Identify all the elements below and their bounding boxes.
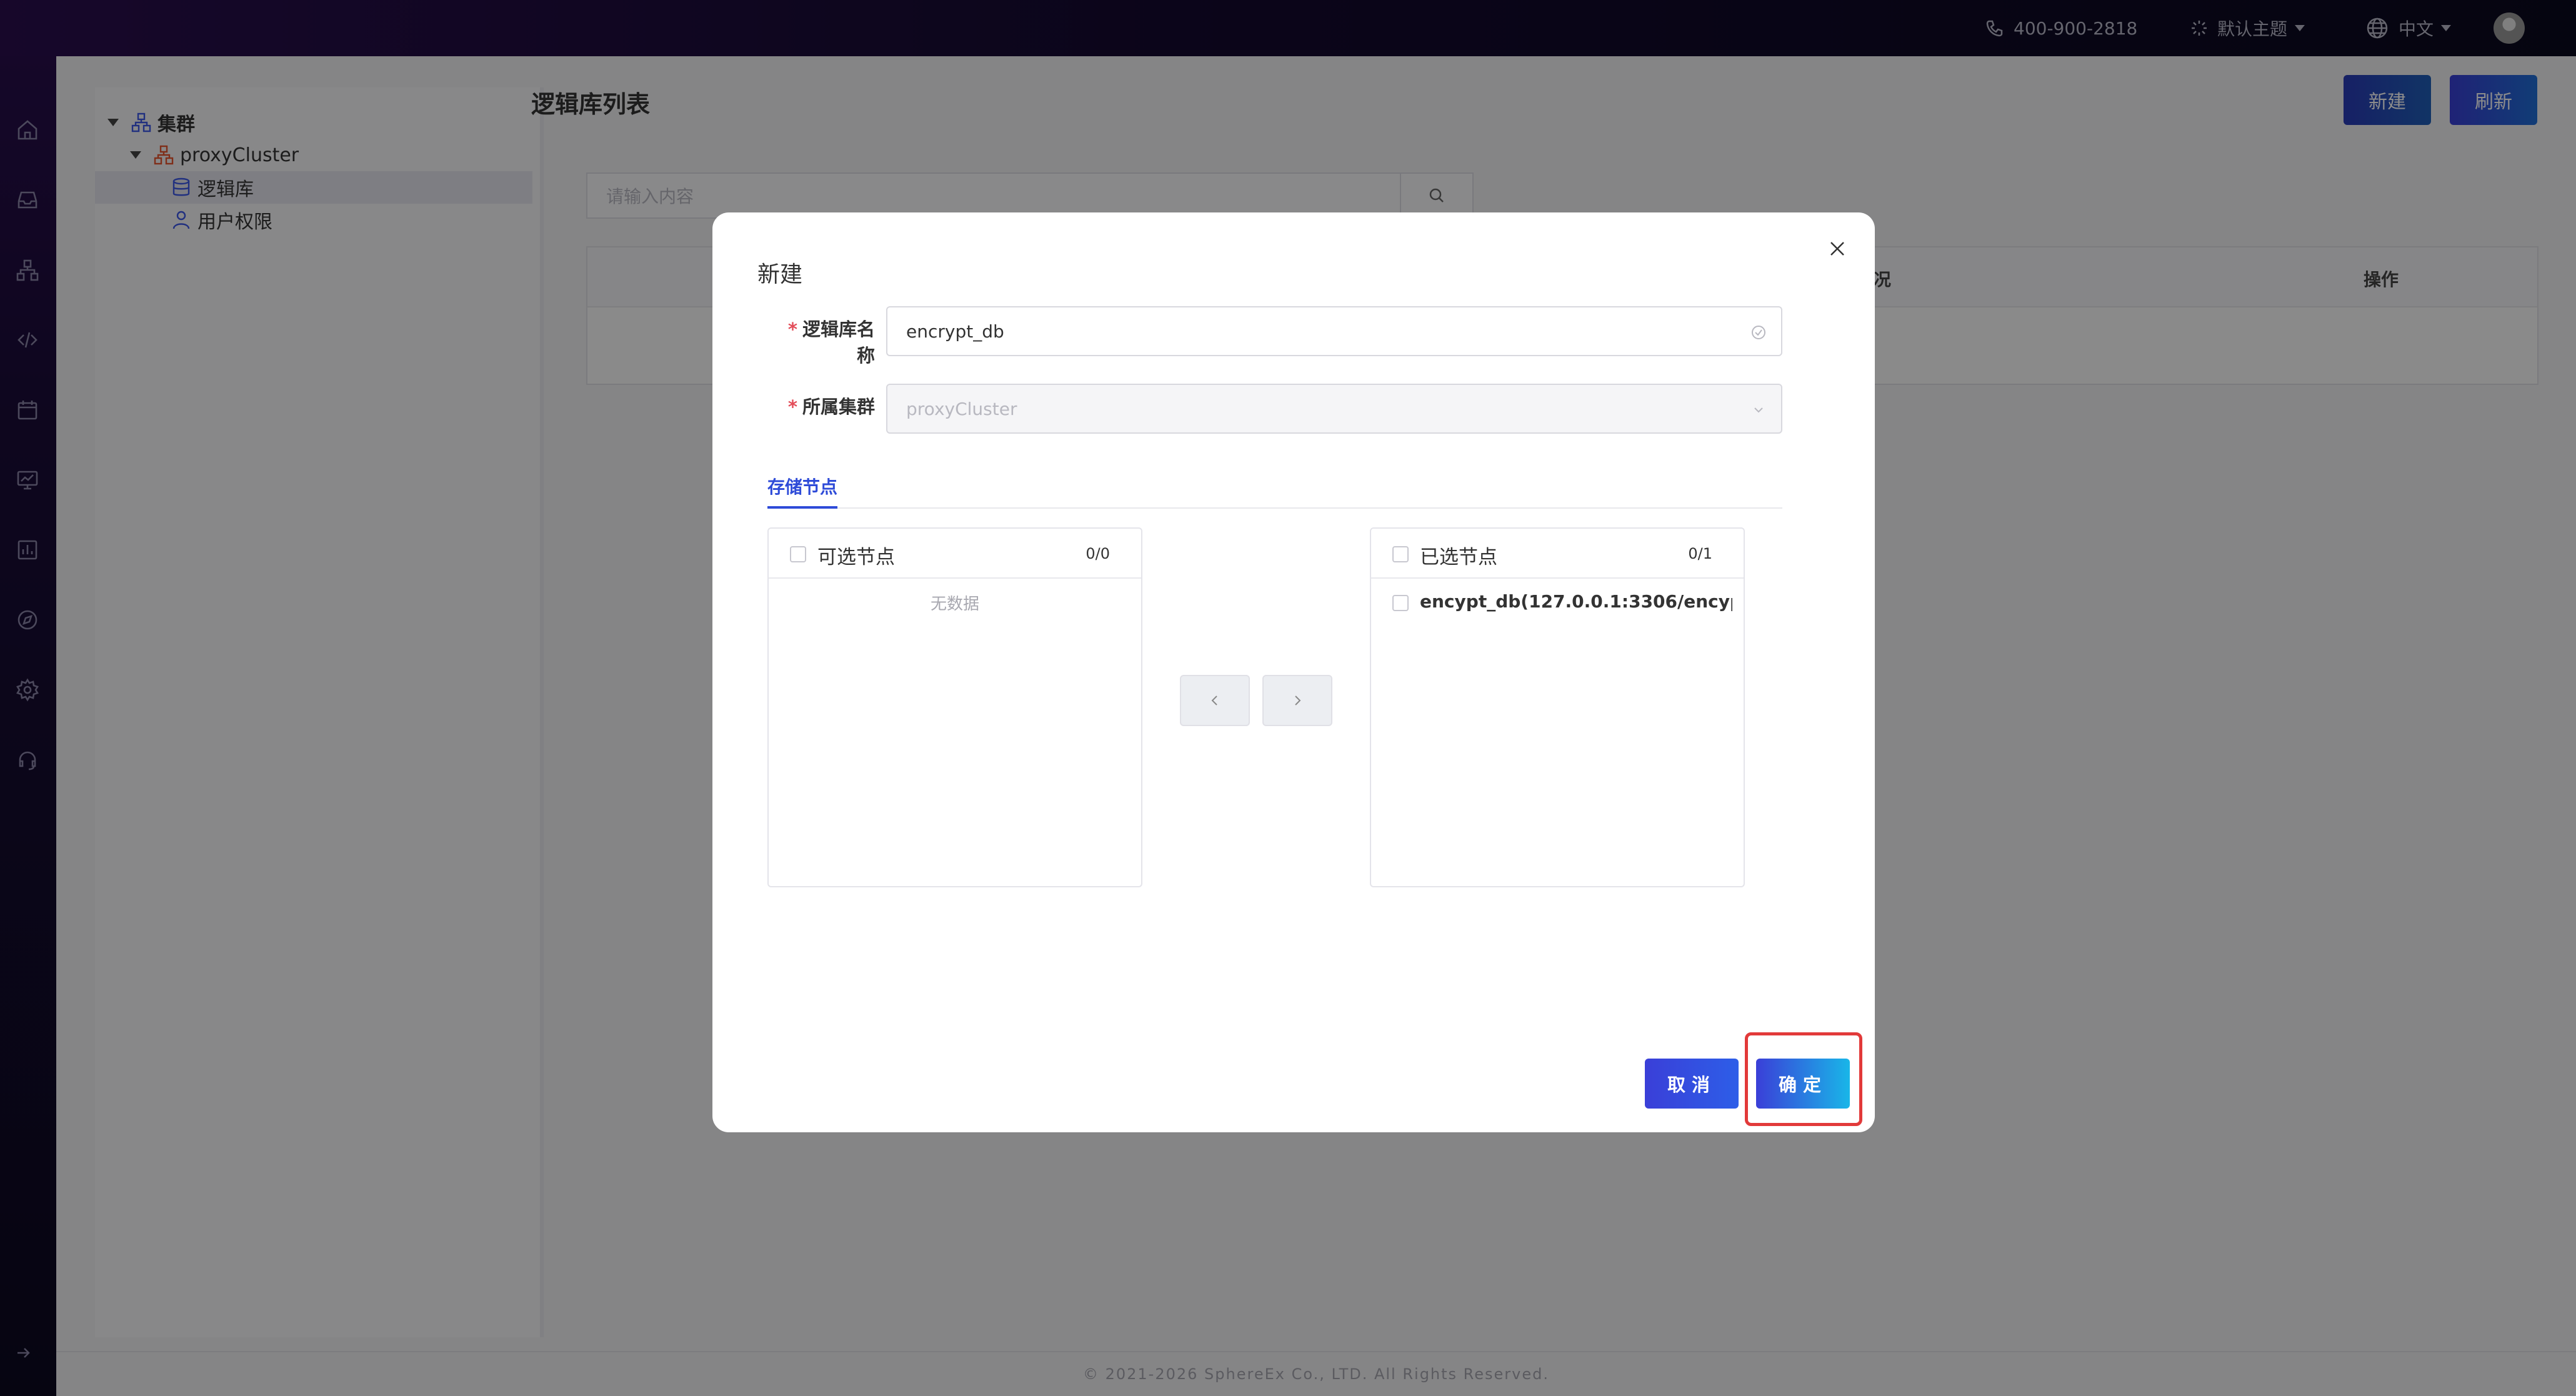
dialog-title: 新建 bbox=[757, 262, 803, 287]
selected-nodes-header: 已选节点 0/1 bbox=[1371, 529, 1744, 579]
move-right-button[interactable] bbox=[1262, 675, 1332, 726]
new-logical-db-dialog: 新建 * 逻辑库名称 encrypt_db * 所属集群 proxyCluster … bbox=[712, 212, 1875, 1132]
cancel-button[interactable]: 取消 bbox=[1645, 1059, 1739, 1109]
cluster-select[interactable]: proxyCluster bbox=[886, 384, 1782, 434]
select-all-selected-checkbox[interactable] bbox=[1392, 546, 1409, 562]
selected-nodes-count: 0/1 bbox=[1688, 545, 1712, 562]
select-all-available-checkbox[interactable] bbox=[790, 546, 806, 562]
chevron-left-icon bbox=[1211, 696, 1217, 705]
cluster-field-label: * 所属集群 bbox=[787, 396, 875, 417]
list-item[interactable]: encypt_db(127.0.0.1:3306/encypt_... bbox=[1420, 591, 1732, 612]
available-nodes-list: 可选节点 0/0 无数据 bbox=[767, 527, 1142, 887]
selected-nodes-title: 已选节点 bbox=[1420, 546, 1497, 569]
available-nodes-header: 可选节点 0/0 bbox=[769, 529, 1141, 579]
close-icon[interactable] bbox=[1826, 237, 1849, 260]
tab-divider bbox=[767, 507, 1782, 509]
name-input-value: encrypt_db bbox=[906, 321, 1004, 342]
node-item-checkbox[interactable] bbox=[1392, 595, 1409, 611]
confirm-highlight-annotation bbox=[1745, 1032, 1862, 1126]
chevron-right-icon bbox=[1295, 696, 1301, 705]
move-left-button[interactable] bbox=[1180, 675, 1250, 726]
empty-placeholder: 无数据 bbox=[930, 595, 979, 614]
check-circle-icon bbox=[1752, 326, 1765, 339]
name-field-label: * 逻辑库名称 bbox=[787, 319, 875, 366]
active-tab-indicator bbox=[767, 506, 837, 509]
cluster-select-value: proxyCluster bbox=[906, 398, 1017, 419]
required-asterisk: * bbox=[787, 396, 797, 417]
selected-nodes-list: 已选节点 0/1 encypt_db(127.0.0.1:3306/encypt… bbox=[1370, 527, 1745, 887]
tab-storage-nodes[interactable]: 存储节点 bbox=[767, 474, 837, 499]
chevron-down-icon bbox=[1754, 407, 1763, 413]
required-asterisk: * bbox=[787, 319, 797, 340]
available-nodes-count: 0/0 bbox=[1086, 545, 1110, 562]
available-nodes-title: 可选节点 bbox=[817, 546, 895, 569]
logical-db-name-input[interactable]: encrypt_db bbox=[886, 306, 1782, 356]
